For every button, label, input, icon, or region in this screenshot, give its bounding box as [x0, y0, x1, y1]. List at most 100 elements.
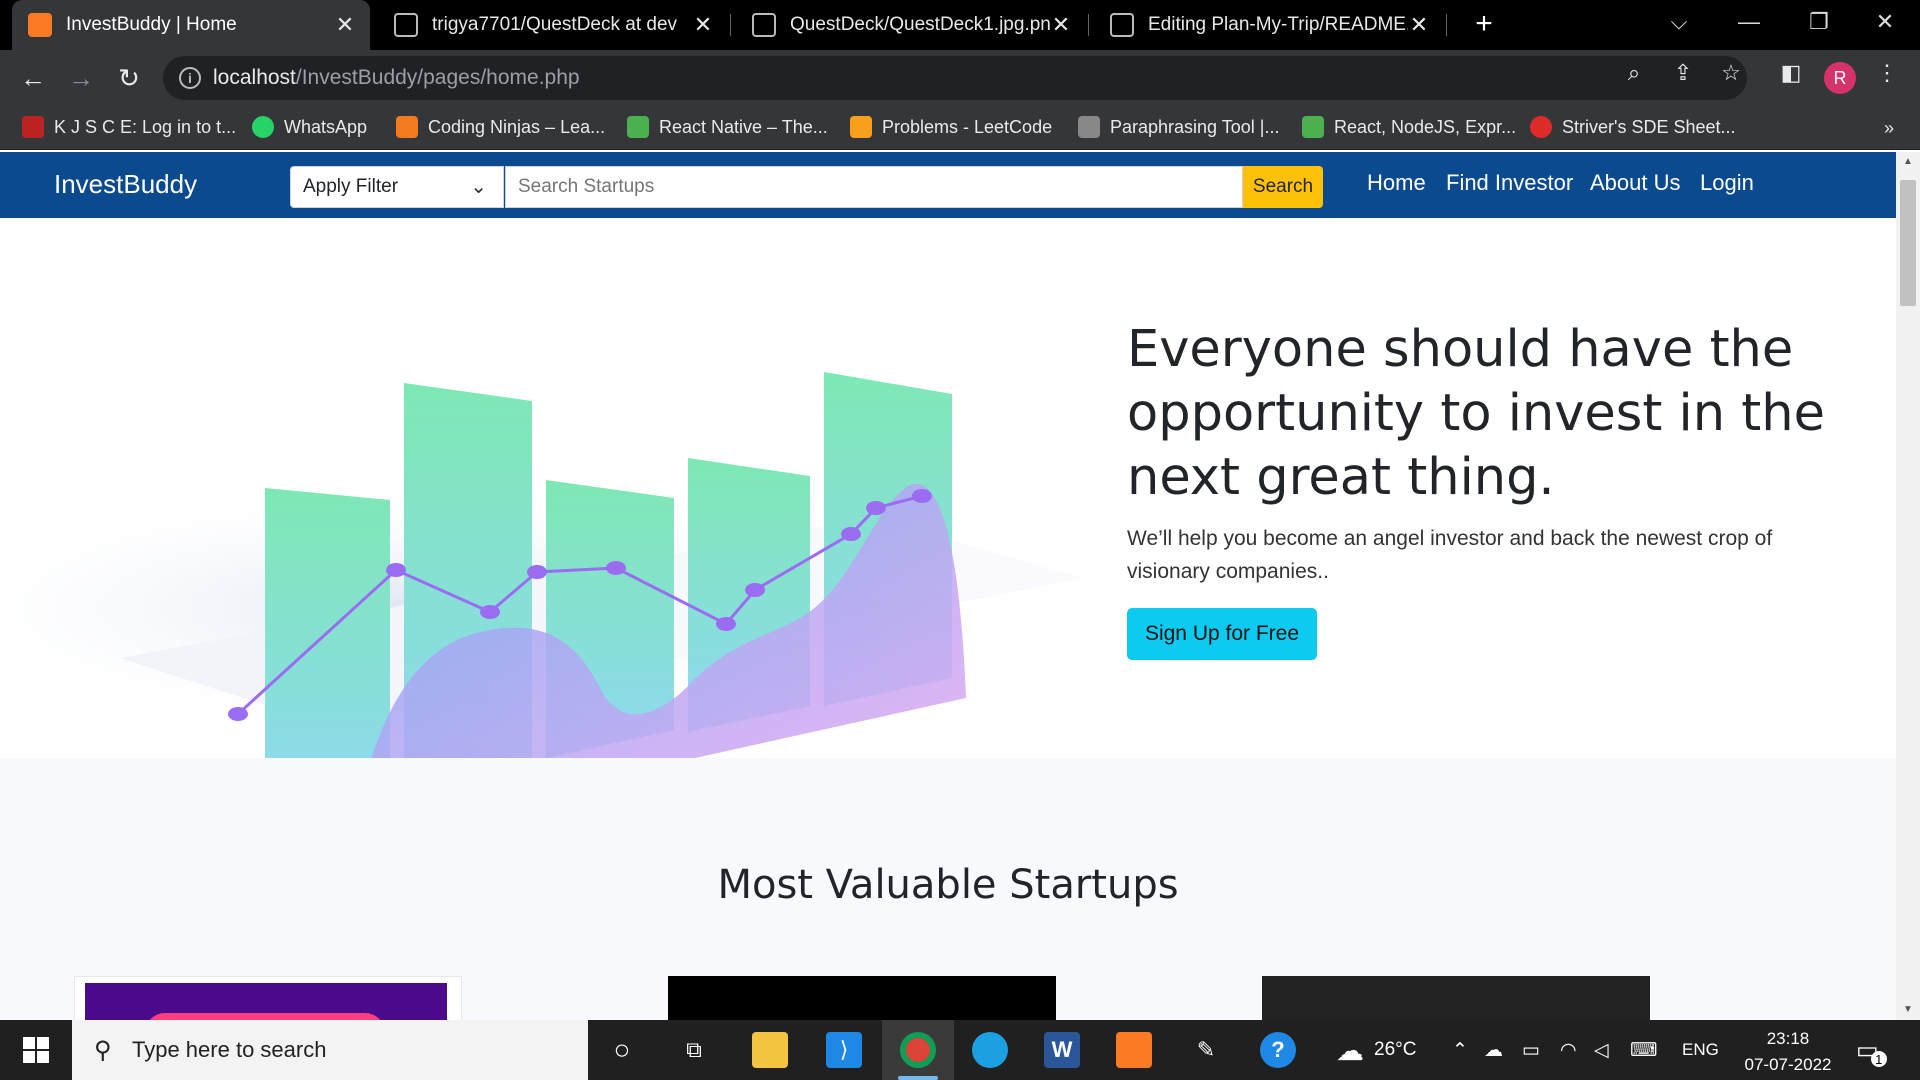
restore-button[interactable]: ❐ [1784, 0, 1854, 44]
tab-separator [1088, 14, 1089, 36]
xampp-icon [28, 13, 52, 37]
scroll-up-arrow[interactable]: ▲ [1902, 156, 1914, 167]
tab-title: InvestBuddy | Home [66, 14, 237, 35]
illustration-point [716, 617, 736, 631]
nav-login[interactable]: Login [1700, 170, 1754, 196]
taskbar-search-box[interactable]: ⚲ Type here to search [72, 1020, 588, 1080]
wifi-icon[interactable]: ◠ [1560, 1020, 1577, 1080]
reload-button[interactable]: ↻ [110, 59, 148, 97]
system-clock[interactable]: 23:18 07-07-2022 [1740, 1026, 1836, 1078]
notification-center-button[interactable]: ▭ 1 [1856, 1020, 1887, 1080]
bookmark-label: WhatsApp [284, 116, 368, 137]
filter-select[interactable]: Apply Filter ⌄ [290, 166, 504, 208]
address-bar[interactable]: i localhost/InvestBuddy/pages/home.php [163, 56, 1747, 100]
bookmark-paraphrasing[interactable]: Paraphrasing Tool |... [1078, 116, 1279, 138]
coding-ninjas-icon [396, 116, 418, 138]
bookmark-star-icon[interactable]: ☆ [1716, 58, 1746, 88]
tab-title: trigya7701/QuestDeck at dev [432, 14, 678, 35]
close-tab-icon[interactable]: ✕ [692, 12, 714, 38]
startup-card[interactable] [1262, 976, 1650, 1020]
bookmark-label: React Native – The... [659, 116, 828, 137]
startup-search-input[interactable] [505, 166, 1243, 208]
bookmark-whatsapp[interactable]: WhatsApp [252, 116, 367, 138]
tab-search-icon[interactable]: ⌵ [1644, 0, 1714, 44]
forward-button[interactable]: → [62, 59, 100, 97]
battery-icon[interactable]: ▭ [1522, 1020, 1540, 1080]
menu-icon[interactable]: ⋮ [1872, 58, 1902, 88]
react-native-icon [627, 116, 649, 138]
bookmark-label: Striver's SDE Sheet... [1562, 116, 1736, 137]
new-tab-button[interactable]: + [1466, 6, 1502, 42]
nav-find-investor[interactable]: Find Investor [1446, 170, 1573, 196]
tab-questdeck-dev[interactable]: trigya7701/QuestDeck at dev ✕ [378, 0, 728, 50]
close-window-button[interactable]: ✕ [1850, 0, 1920, 44]
close-tab-icon[interactable]: ✕ [1050, 12, 1072, 38]
bookmark-coding-ninjas[interactable]: Coding Ninjas – Lea... [396, 116, 605, 138]
sign-up-button[interactable]: Sign Up for Free [1127, 608, 1317, 660]
url-path: /InvestBuddy/pages/home.php [295, 66, 580, 89]
minimize-button[interactable]: — [1714, 0, 1784, 44]
language-indicator[interactable]: ENG [1682, 1020, 1719, 1080]
hero-illustration [0, 372, 1085, 758]
bookmark-striver[interactable]: Striver's SDE Sheet... [1530, 116, 1736, 138]
whatsapp-icon [252, 116, 274, 138]
xampp-taskbar-icon[interactable] [1116, 1032, 1152, 1068]
site-info-icon[interactable]: i [179, 67, 201, 89]
nav-about-us[interactable]: About Us [1590, 170, 1681, 196]
startup-card[interactable] [668, 976, 1056, 1020]
illustration-bar [265, 488, 390, 758]
windows-taskbar: ⚲ Type here to search ○ ⧉ ⟩ W ✎ ? ☁ 26°C… [0, 1020, 1920, 1080]
file-explorer-icon[interactable] [752, 1032, 788, 1068]
help-icon[interactable]: ? [1260, 1032, 1296, 1068]
chevron-down-icon: ⌄ [470, 176, 487, 198]
paint-icon[interactable]: ✎ [1188, 1032, 1224, 1068]
site-brand[interactable]: InvestBuddy [54, 169, 197, 200]
zoom-icon[interactable]: ⌕ [1619, 58, 1649, 88]
bookmark-react-nodejs[interactable]: React, NodeJS, Expr... [1302, 116, 1516, 138]
illustration-point [527, 565, 547, 579]
tab-separator [730, 14, 731, 36]
bookmark-label: Problems - LeetCode [882, 116, 1053, 137]
illustration-point [745, 583, 765, 597]
bookmark-react-native[interactable]: React Native – The... [627, 116, 828, 138]
word-icon[interactable]: W [1044, 1032, 1080, 1068]
task-view-icon[interactable]: ⧉ [676, 1032, 712, 1068]
weather-widget[interactable]: ☁ 26°C [1336, 1020, 1416, 1080]
bookmarks-overflow-button[interactable]: » [1884, 118, 1894, 139]
chrome-icon[interactable] [900, 1032, 936, 1068]
cloud-icon: ☁ [1336, 1034, 1364, 1066]
startup-card[interactable] [74, 976, 462, 1020]
show-hidden-icons[interactable]: ⌃ [1452, 1020, 1468, 1080]
keyboard-icon[interactable]: ⌨ [1630, 1020, 1657, 1080]
bookmark-leetcode[interactable]: Problems - LeetCode [850, 116, 1052, 138]
back-button[interactable]: ← [14, 59, 52, 97]
page-scrollbar[interactable]: ▲ ▼ [1896, 152, 1920, 1020]
vscode-icon[interactable]: ⟩ [826, 1032, 862, 1068]
clock-time: 23:18 [1766, 1029, 1810, 1048]
close-tab-icon[interactable]: ✕ [334, 12, 356, 38]
tab-questdeck-image[interactable]: QuestDeck/QuestDeck1.jpg.png ✕ [736, 0, 1086, 50]
profile-avatar[interactable]: R [1824, 62, 1856, 94]
clock-date: 07-07-2022 [1744, 1055, 1832, 1074]
tab-plan-my-trip[interactable]: Editing Plan-My-Trip/README.m ✕ [1094, 0, 1444, 50]
scrollbar-thumb[interactable] [1900, 180, 1916, 306]
tab-title: Editing Plan-My-Trip/README.m [1148, 14, 1408, 35]
volume-icon[interactable]: ◁ [1594, 1020, 1609, 1080]
nav-home[interactable]: Home [1367, 170, 1426, 196]
bookmark-kjsce[interactable]: K J S C E: Log in to t... [22, 116, 236, 138]
side-panel-icon[interactable]: ◧ [1776, 58, 1806, 88]
share-icon[interactable]: ⇪ [1668, 58, 1698, 88]
close-tab-icon[interactable]: ✕ [1408, 12, 1430, 38]
edge-icon[interactable] [972, 1032, 1008, 1068]
illustration-point [912, 489, 932, 503]
tab-investbuddy[interactable]: InvestBuddy | Home ✕ [12, 0, 370, 50]
github-icon [394, 13, 418, 37]
search-button[interactable]: Search [1243, 166, 1323, 208]
cortana-icon[interactable]: ○ [604, 1032, 640, 1068]
windows-logo-icon [23, 1037, 49, 1063]
illustration-point [228, 707, 248, 721]
scroll-down-arrow[interactable]: ▼ [1902, 1004, 1914, 1015]
onedrive-icon[interactable]: ☁ [1484, 1020, 1503, 1080]
bookmark-label: Coding Ninjas – Lea... [428, 116, 606, 137]
start-button[interactable] [0, 1020, 72, 1080]
